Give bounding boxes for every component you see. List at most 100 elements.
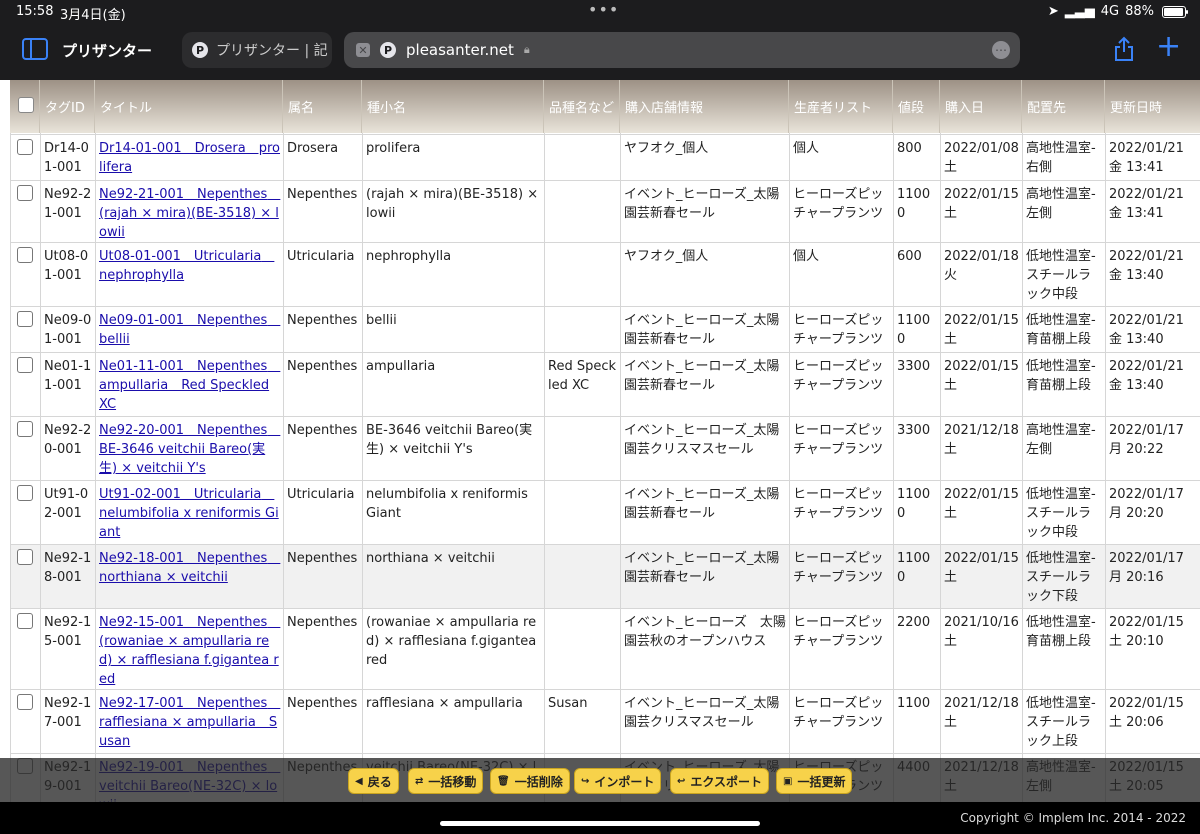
header-purchase-date[interactable]: 購入日 [940,80,1022,133]
cell-price: 2200 [893,608,941,690]
cell-id: Ne92-17-001 [40,689,96,754]
row-checkbox[interactable] [17,357,33,373]
record-link[interactable]: Ne92-21-001 Nepenthes (rajah × mira)(BE-… [99,187,280,240]
cell-genus: Nepenthes [283,689,363,754]
record-link[interactable]: Ne09-01-001 Nepenthes bellii [99,313,280,347]
record-link[interactable]: Ne92-15-001 Nepenthes (rowaniae × ampull… [99,615,280,687]
cell-genus: Nepenthes [283,544,363,609]
row-select-cell[interactable] [10,608,41,690]
record-link[interactable]: Ne01-11-001 Nepenthes ampullaria Red Spe… [99,359,280,412]
cell-date: 2022/01/15 土 [940,480,1023,545]
cell-price: 11000 [893,180,941,243]
cell-genus: Nepenthes [283,306,363,353]
network-type: 4G [1100,4,1120,19]
cell-species: BE-3646 veitchii Bareo(実生) × veitchii Y'… [362,416,545,481]
import-button[interactable]: ↪ インポート [574,768,662,794]
row-select-cell[interactable] [10,416,41,481]
header-genus[interactable]: 属名 [283,80,362,133]
row-select-cell[interactable] [10,689,41,754]
back-arrow-icon: ◀ [355,775,363,787]
share-icon[interactable] [1112,36,1136,62]
cell-title: Ne92-18-001 Nepenthes northiana × veitch… [95,544,284,609]
cell-genus: Utricularia [283,242,363,307]
header-cultivar[interactable]: 品種名など [544,80,620,133]
bulk-delete-button[interactable]: 🗑︎ 一括削除 [490,768,570,794]
address-bar[interactable]: ✕ P pleasanter.net 🔒︎ ⋯ [344,32,1020,68]
row-checkbox[interactable] [17,485,33,501]
header-shop[interactable]: 購入店舗情報 [620,80,789,133]
select-all-checkbox[interactable] [18,97,34,113]
table-row[interactable]: Ne92-17-001 Ne92-17-001 Nepenthes raffles… [10,689,1200,754]
row-select-cell[interactable] [10,352,41,417]
header-producer[interactable]: 生産者リスト [789,80,893,133]
cell-cultivar [544,480,621,545]
table-row[interactable]: Ut08-01-001 Ut08-01-001 Utricularia nephr… [10,242,1200,307]
tab-pleasanter-record[interactable]: P プリザンター | 記 [182,32,332,68]
cell-place: 低地性温室-スチールラック中段 [1022,480,1106,545]
bulk-update-button[interactable]: ▣ 一括更新 [776,768,853,794]
record-link[interactable]: Ut08-01-001 Utricularia nephrophylla [99,249,274,283]
table-row[interactable]: Ne92-15-001 Ne92-15-001 Nepenthes (rowani… [10,608,1200,690]
more-options-icon[interactable]: ⋯ [992,41,1010,59]
table-row[interactable]: Ne92-20-001 Ne92-20-001 Nepenthes BE-3646… [10,416,1200,481]
row-select-cell[interactable] [10,480,41,545]
new-tab-icon[interactable]: + [1156,32,1181,62]
cell-shop: イベント_ヒーローズ_太陽園芸新春セール [620,480,790,545]
header-tag-id[interactable]: タグID [40,80,95,133]
header-updated[interactable]: 更新日時 [1105,80,1200,133]
cell-price: 800 [893,134,941,181]
back-button[interactable]: ◀ 戻る [348,768,399,794]
table-row[interactable]: Dr14-01-001 Dr14-01-001 Drosera prolifera… [10,134,1200,181]
header-title[interactable]: タイトル [95,80,283,133]
signal-icon: ▂▃▅ [1064,4,1095,19]
table-row[interactable]: Ut91-02-001 Ut91-02-001 Utricularia nelum… [10,480,1200,545]
home-indicator[interactable] [440,821,760,826]
row-select-cell[interactable] [10,306,41,353]
close-tab-icon[interactable]: ✕ [356,43,370,57]
table-row[interactable]: Ne92-18-001 Ne92-18-001 Nepenthes northia… [10,544,1200,609]
location-icon: ➤ [1047,4,1059,19]
row-checkbox[interactable] [17,185,33,201]
cell-price: 11000 [893,306,941,353]
cell-producer: 個人 [789,242,894,307]
cell-title: Ne09-01-001 Nepenthes bellii [95,306,284,353]
row-select-cell[interactable] [10,134,41,181]
table-row[interactable]: Ne92-21-001 Ne92-21-001 Nepenthes (rajah … [10,180,1200,243]
bulk-move-button[interactable]: ⇄ 一括移動 [408,768,484,794]
row-checkbox[interactable] [17,613,33,629]
cell-shop: イベント_ヒーローズ 太陽園芸秋のオープンハウス [620,608,790,690]
row-checkbox[interactable] [17,311,33,327]
row-checkbox[interactable] [17,549,33,565]
cell-id: Ne01-11-001 [40,352,96,417]
record-link[interactable]: Ne92-17-001 Nepenthes rafflesiana × ampu… [99,696,280,749]
header-price[interactable]: 値段 [893,80,940,133]
row-select-cell[interactable] [10,180,41,243]
record-link[interactable]: Ne92-18-001 Nepenthes northiana × veitch… [99,551,280,585]
cell-updated: 2022/01/21 金 13:40 [1105,352,1200,417]
table-row[interactable]: Ne01-11-001 Ne01-11-001 Nepenthes ampulla… [10,352,1200,417]
tab-group-title[interactable]: プリザンター [62,40,152,61]
row-checkbox[interactable] [17,421,33,437]
header-species[interactable]: 種小名 [362,80,544,133]
row-select-cell[interactable] [10,242,41,307]
multitask-dots-icon[interactable]: ••• [588,0,619,19]
row-checkbox[interactable] [17,247,33,263]
cell-shop: イベント_ヒーローズ_太陽園芸新春セール [620,180,790,243]
record-link[interactable]: Ne92-20-001 Nepenthes BE-3646 veitchii B… [99,423,280,476]
row-select-cell[interactable] [10,544,41,609]
cell-id: Dr14-01-001 [40,134,96,181]
cell-updated: 2022/01/21 金 13:41 [1105,180,1200,243]
sidebar-toggle-icon[interactable] [22,38,48,60]
export-button[interactable]: ↩ エクスポート [670,768,770,794]
cell-producer: ヒーローズピッチャープランツ [789,544,894,609]
row-checkbox[interactable] [17,694,33,710]
export-arrow-icon: ↩ [677,775,686,787]
record-link[interactable]: Ut91-02-001 Utricularia nelumbifolia x r… [99,487,279,540]
header-location[interactable]: 配置先 [1022,80,1105,133]
header-select-all[interactable] [10,80,40,133]
table-row[interactable]: Ne09-01-001 Ne09-01-001 Nepenthes bellii N… [10,306,1200,353]
cell-title: Ut91-02-001 Utricularia nelumbifolia x r… [95,480,284,545]
record-link[interactable]: Dr14-01-001 Drosera prolifera [99,141,280,175]
cell-place: 高地性温室-右側 [1022,134,1106,181]
row-checkbox[interactable] [17,139,33,155]
